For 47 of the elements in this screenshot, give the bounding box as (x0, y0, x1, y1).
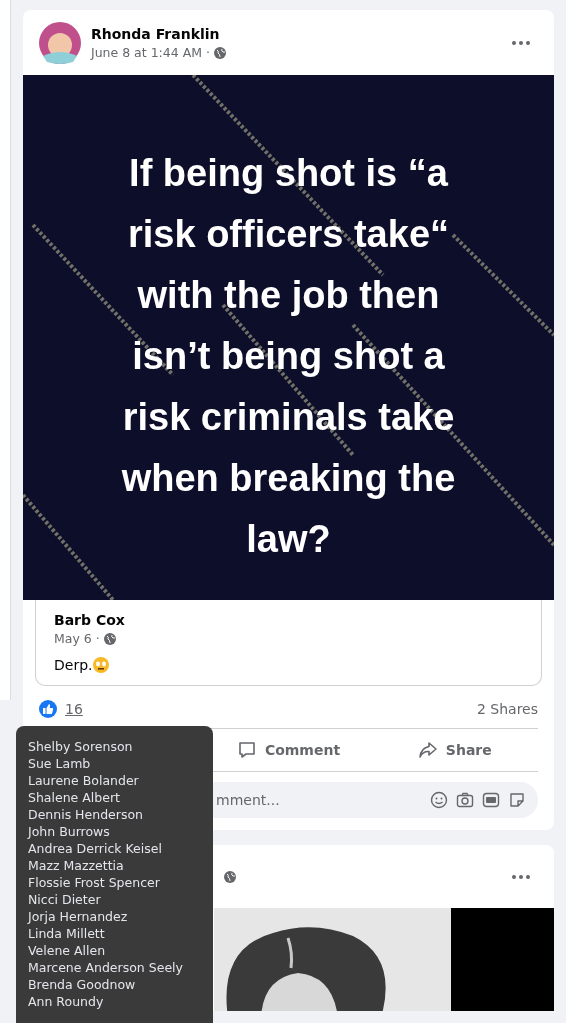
reaction-count[interactable]: 16 (65, 701, 83, 717)
liker-name: Jorja Hernandez (28, 908, 128, 925)
action-button[interactable]: Share (371, 729, 538, 771)
action-button[interactable]: Comment (205, 729, 372, 771)
globe-icon (103, 632, 116, 645)
liker-name: Shelby Sorenson (28, 738, 133, 755)
post-time[interactable]: June 8 at 1:44 AM · (91, 45, 210, 60)
globe-icon (224, 871, 236, 883)
meme-text-line: with the job then (137, 273, 440, 318)
liker-name: Shalene Albert (28, 789, 120, 806)
sticker-icon[interactable] (508, 791, 526, 809)
globe-icon (214, 46, 226, 59)
liker-name: Sue Lamb (28, 755, 91, 772)
meme-text-line: isn’t being shot a (132, 334, 445, 379)
shared-time[interactable]: May 6 · (54, 631, 100, 646)
more-options-icon[interactable] (512, 875, 530, 879)
speech-bubble-icon (236, 740, 257, 760)
liker-name: Ann Roundy (28, 993, 104, 1010)
shared-author[interactable]: Barb Cox (54, 612, 523, 628)
smiley-icon[interactable] (430, 791, 448, 809)
meme-text-line: law? (246, 517, 331, 562)
liker-name: Marcene Anderson Seely (28, 959, 183, 976)
comment-field[interactable]: mment... (216, 792, 422, 808)
more-options-icon[interactable] (512, 41, 530, 45)
meme-text-line: risk criminals take (122, 395, 455, 440)
camera-icon[interactable] (456, 791, 474, 809)
liker-name: Mazz Mazzettia (28, 857, 124, 874)
share-arrow-icon (417, 740, 438, 760)
liker-name: Flossie Frost Spencer (28, 874, 160, 891)
emoji-icon (92, 657, 109, 673)
liker-name: John Burrows (28, 823, 110, 840)
meme-text-line: risk officers take“ (127, 212, 450, 257)
shared-text: Derp. (54, 657, 93, 673)
liker-name: Andrea Derrick Keisel (28, 840, 162, 857)
liker-name: Velene Allen (28, 942, 106, 959)
meme-text-line: If being shot is “a (129, 151, 448, 196)
author-name[interactable]: Rhonda Franklin (91, 26, 502, 42)
like-icon (39, 700, 57, 718)
liker-name: Laurene Bolander (28, 772, 139, 789)
liker-name: Brenda Goodnow (28, 976, 136, 993)
liker-name: Nicci Dieter (28, 891, 101, 908)
liker-name: Linda Millett (28, 925, 105, 942)
share-count[interactable]: 2 Shares (476, 701, 538, 717)
avatar-icon[interactable] (39, 22, 81, 64)
liker-name: Dennis Henderson (28, 806, 143, 823)
meme-text-line: when breaking the (121, 456, 456, 501)
gif-icon[interactable] (482, 791, 500, 809)
